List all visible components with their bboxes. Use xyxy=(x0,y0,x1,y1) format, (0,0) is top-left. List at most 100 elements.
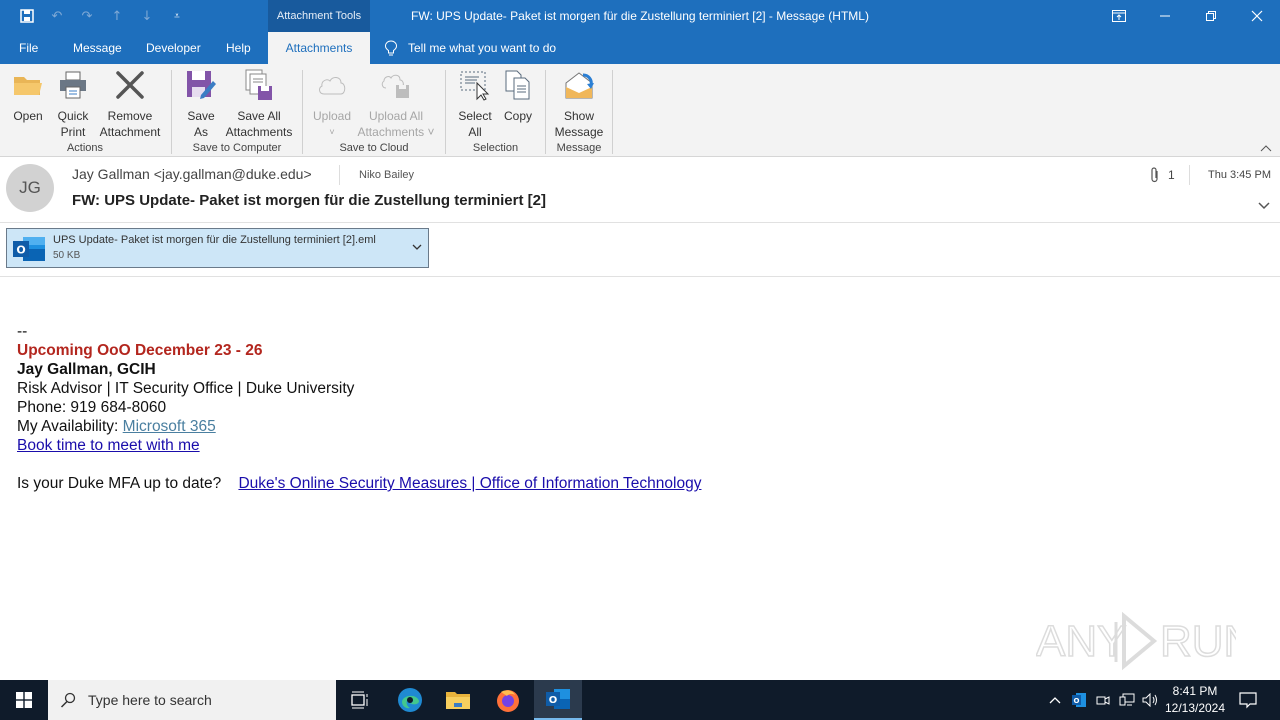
group-save-to-computer: Save As Save All Attachments Save to Com… xyxy=(172,68,302,156)
cloud-icon xyxy=(319,77,346,95)
action-center-button[interactable] xyxy=(1234,680,1262,720)
taskbar-edge[interactable] xyxy=(386,680,434,720)
expand-header-button[interactable] xyxy=(1258,199,1270,213)
redo-icon[interactable]: ↷ xyxy=(78,7,96,25)
message-subject: FW: UPS Update- Paket ist morgen für die… xyxy=(72,192,546,209)
signature-title: Risk Advisor | IT Security Office | Duke… xyxy=(17,380,355,397)
upload-all-attachments-button[interactable]: Upload All Attachments ˅ xyxy=(353,68,439,140)
taskbar: Type here to search O O 8:41 PM 12/13/20… xyxy=(0,680,1280,720)
previous-item-icon[interactable]: ↑ xyxy=(108,7,126,25)
open-label: Open xyxy=(13,109,43,123)
ribbon-display-icon xyxy=(1112,10,1126,22)
group-selection: Select All Copy Selection xyxy=(446,68,545,156)
start-button[interactable] xyxy=(0,680,48,720)
tray-network[interactable] xyxy=(1116,680,1138,720)
taskbar-firefox[interactable] xyxy=(484,680,532,720)
show-message-button[interactable]: Show Message xyxy=(554,68,604,140)
tab-developer[interactable]: Developer xyxy=(146,32,201,64)
select-all-label-1: Select xyxy=(458,109,492,123)
customize-qat-icon[interactable]: ⩡ xyxy=(168,7,186,25)
chevron-down-icon xyxy=(1258,202,1270,210)
taskbar-file-explorer[interactable] xyxy=(434,680,482,720)
clock-date: 12/13/2024 xyxy=(1164,701,1226,715)
save-as-button[interactable]: Save As xyxy=(184,68,218,140)
notification-icon xyxy=(1239,692,1257,709)
open-button[interactable]: Open xyxy=(8,68,48,124)
collapse-ribbon-button[interactable] xyxy=(1260,142,1272,155)
ooo-notice: Upcoming OoO December 23 - 26 xyxy=(17,342,263,359)
paperclip-icon xyxy=(1151,167,1158,183)
camera-icon xyxy=(1096,696,1110,705)
outlook-icon: O xyxy=(546,689,570,709)
context-tools-label: Attachment Tools xyxy=(268,0,370,32)
remove-x-icon xyxy=(116,71,144,99)
group-actions: Open Quick Print Remove Attachment Actio… xyxy=(0,68,170,156)
save-icon[interactable] xyxy=(18,7,36,25)
close-button[interactable] xyxy=(1234,0,1280,32)
remove-label-2: Attachment xyxy=(99,125,161,139)
mfa-link[interactable]: Duke's Online Security Measures | Office… xyxy=(238,475,701,492)
recipient[interactable]: Niko Bailey xyxy=(359,169,414,181)
message-time: Thu 3:45 PM xyxy=(1208,169,1271,181)
group-save-to-cloud: Upload ˅ Upload All Attachments ˅ Save t… xyxy=(303,68,445,156)
availability-line: My Availability: Microsoft 365 xyxy=(17,417,701,436)
tab-attachments[interactable]: Attachments xyxy=(268,32,370,64)
minimize-button[interactable] xyxy=(1142,0,1188,32)
group-message: Show Message Message xyxy=(546,68,612,156)
tab-help[interactable]: Help xyxy=(226,32,251,64)
svg-text:ANY: ANY xyxy=(1036,617,1126,666)
copy-icon xyxy=(505,70,530,100)
show-hidden-icons-button[interactable] xyxy=(1044,680,1066,720)
availability-link[interactable]: Microsoft 365 xyxy=(123,418,216,435)
quick-print-button[interactable]: Quick Print xyxy=(52,68,94,140)
restore-button[interactable] xyxy=(1188,0,1234,32)
group-label-actions: Actions xyxy=(66,142,104,154)
mfa-line: Is your Duke MFA up to date? Duke's Onli… xyxy=(17,474,701,493)
close-icon xyxy=(1251,10,1263,22)
taskbar-clock[interactable]: 8:41 PM 12/13/2024 xyxy=(1160,683,1230,717)
task-view-button[interactable] xyxy=(336,680,384,720)
ribbon-tabs: File Message Developer Help Attachments … xyxy=(0,32,1280,64)
folder-icon xyxy=(14,77,42,95)
next-item-icon[interactable]: ↓ xyxy=(138,7,156,25)
undo-icon[interactable]: ↶ xyxy=(48,7,66,25)
attachment-dropdown-button[interactable] xyxy=(412,241,422,254)
tell-me-search[interactable]: Tell me what you want to do xyxy=(384,32,556,64)
tab-file[interactable]: File xyxy=(19,32,38,64)
tell-me-text: Tell me what you want to do xyxy=(408,41,557,55)
lightbulb-icon xyxy=(384,40,398,56)
save-all-attachments-button[interactable]: Save All Attachments xyxy=(222,68,296,140)
copy-button[interactable]: Copy xyxy=(500,68,536,124)
ribbon: Open Quick Print Remove Attachment Actio… xyxy=(0,64,1280,157)
save-all-icon xyxy=(245,69,272,100)
select-all-label-2: All xyxy=(468,125,482,139)
remove-attachment-button[interactable]: Remove Attachment xyxy=(96,68,164,140)
chevron-down-icon xyxy=(412,244,422,250)
avatar[interactable]: JG xyxy=(6,164,54,212)
group-label-message: Message xyxy=(556,142,602,154)
svg-text:O: O xyxy=(16,244,25,257)
tray-volume[interactable] xyxy=(1140,680,1162,720)
attachment-item[interactable]: O UPS Update- Paket ist morgen für die Z… xyxy=(6,228,429,268)
cloud-save-icon xyxy=(381,74,409,98)
save-as-icon xyxy=(187,71,216,99)
taskbar-outlook[interactable]: O xyxy=(534,680,582,720)
restore-icon xyxy=(1206,11,1216,21)
tray-outlook[interactable]: O xyxy=(1068,680,1090,720)
sender[interactable]: Jay Gallman <jay.gallman@duke.edu> xyxy=(72,166,312,182)
title-bar: ↶ ↷ ↑ ↓ ⩡ Attachment Tools FW: UPS Updat… xyxy=(0,0,1280,32)
group-label-save-to-cloud: Save to Cloud xyxy=(339,142,409,154)
taskbar-search-box[interactable]: Type here to search xyxy=(48,680,336,720)
ribbon-display-options-button[interactable] xyxy=(1096,0,1142,32)
edge-icon xyxy=(398,688,422,712)
tab-message[interactable]: Message xyxy=(73,32,122,64)
task-view-icon xyxy=(351,691,368,709)
book-time-link[interactable]: Book time to meet with me xyxy=(17,437,200,454)
upload-button[interactable]: Upload ˅ xyxy=(309,68,355,140)
anyrun-watermark: ANY RUN xyxy=(1036,611,1236,671)
signature-name: Jay Gallman, GCIH xyxy=(17,361,156,378)
select-all-button[interactable]: Select All xyxy=(456,68,494,140)
tray-meet-now[interactable] xyxy=(1092,680,1114,720)
attachment-count: 1 xyxy=(1150,167,1175,183)
outlook-tray-icon: O xyxy=(1072,693,1086,707)
